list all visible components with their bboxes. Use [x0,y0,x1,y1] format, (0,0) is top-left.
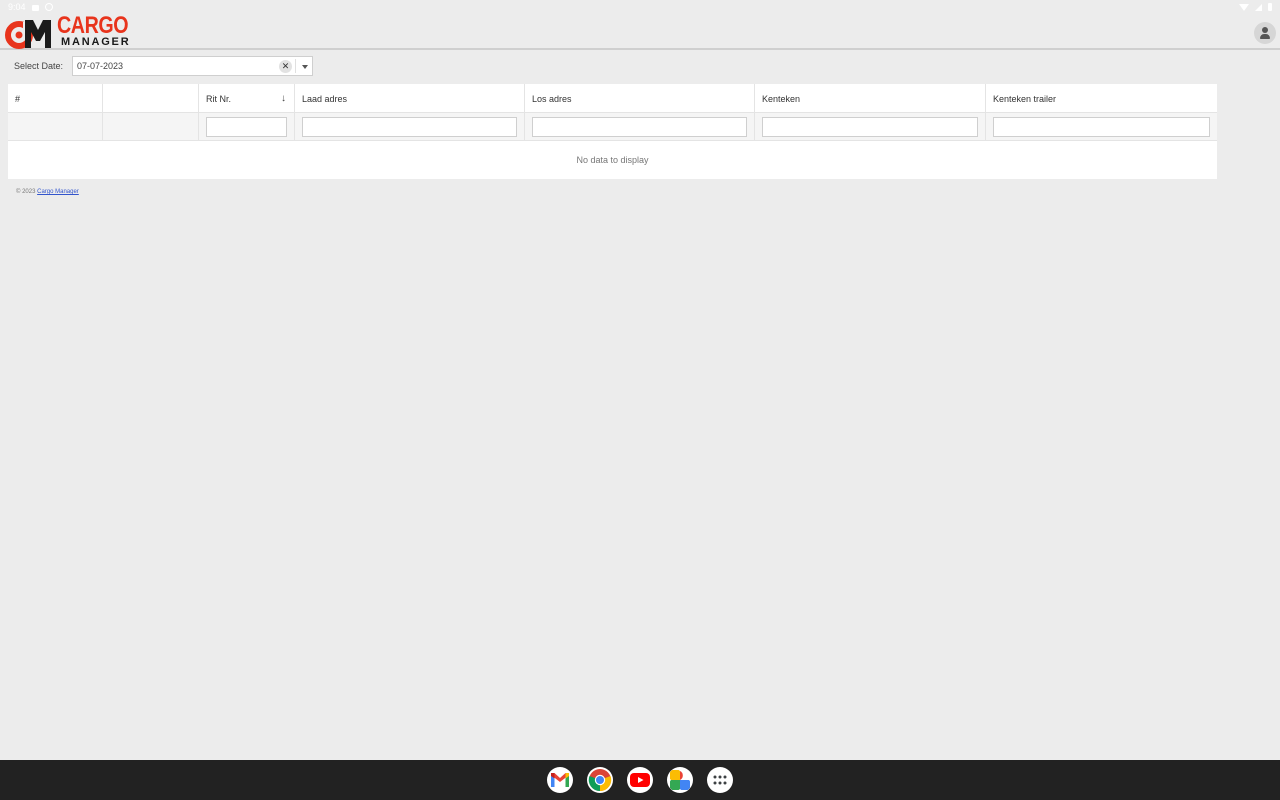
column-header-actions [103,84,199,112]
grid-header: # Rit Nr. ↓ Laad adres Los adres Kenteke… [8,84,1217,113]
status-time: 9:04 [8,2,26,12]
dnd-icon [44,3,53,11]
photos-icon[interactable] [667,767,693,793]
column-header-label: Los adres [532,94,572,104]
date-divider [295,59,296,73]
filter-cell-empty [103,113,199,140]
column-header-label: Rit Nr. [206,94,232,104]
filter-input-kenteken-trailer[interactable] [993,117,1210,137]
column-header-los-adres[interactable]: Los adres [525,84,755,112]
app-header: CARGO MANAGER [0,14,1280,50]
gmail-icon[interactable] [547,767,573,793]
avatar-body [1260,34,1270,39]
column-header-index[interactable]: # [8,84,103,112]
filter-input-laad-adres[interactable] [302,117,517,137]
status-left: 9:04 [8,2,53,12]
date-picker[interactable]: ✕ [72,56,313,76]
column-header-laad-adres[interactable]: Laad adres [295,84,525,112]
filter-cell-los-adres [525,113,755,140]
cargo-manager-logo[interactable]: CARGO MANAGER [5,14,135,50]
account-icon[interactable] [1254,22,1276,44]
filter-cell-laad-adres [295,113,525,140]
date-label: Select Date: [14,61,64,71]
empty-state: No data to display [576,155,649,165]
date-input[interactable] [73,57,273,75]
battery-icon [1268,3,1272,11]
taskbar-dock [0,760,1280,800]
avatar-head [1262,27,1268,33]
filter-cell-rit-nr [199,113,295,140]
footer-copyright: © 2023 [16,189,38,195]
date-selector: Select Date: ✕ [14,56,313,76]
footer: © 2023 Cargo Manager [16,189,79,195]
data-grid: # Rit Nr. ↓ Laad adres Los adres Kenteke… [8,84,1217,179]
sort-descending-icon[interactable]: ↓ [281,93,286,104]
column-header-label: Laad adres [302,94,348,104]
chevron-down-icon[interactable] [302,65,308,69]
filter-cell-kenteken-trailer [986,113,1217,140]
column-header-label: Kenteken [762,94,801,104]
filter-cell-empty [8,113,103,140]
footer-link[interactable]: Cargo Manager [37,189,79,195]
youtube-icon[interactable] [627,767,653,793]
column-header-label: Kenteken trailer [993,94,1057,104]
signal-icon [1255,3,1262,11]
status-bar: 9:04 [0,0,1280,14]
clear-icon[interactable]: ✕ [279,60,292,73]
column-header-kenteken-trailer[interactable]: Kenteken trailer [986,84,1217,112]
lock-icon [31,5,39,11]
filter-row [8,113,1217,141]
filter-input-rit-nr[interactable] [206,117,287,137]
column-header-kenteken[interactable]: Kenteken [755,84,986,112]
chrome-icon[interactable] [587,767,613,793]
filter-cell-kenteken [755,113,986,140]
app-drawer-icon[interactable] [707,767,733,793]
status-right [1239,3,1272,11]
logo-cargo: CARGO [57,12,129,39]
column-header-rit-nr[interactable]: Rit Nr. ↓ [199,84,295,112]
cm-logo-icon [5,20,51,49]
wifi-icon [1239,3,1249,11]
column-header-label: # [15,94,21,104]
filter-input-los-adres[interactable] [532,117,747,137]
logo-text: CARGO MANAGER [57,12,144,48]
filter-input-kenteken[interactable] [762,117,978,137]
